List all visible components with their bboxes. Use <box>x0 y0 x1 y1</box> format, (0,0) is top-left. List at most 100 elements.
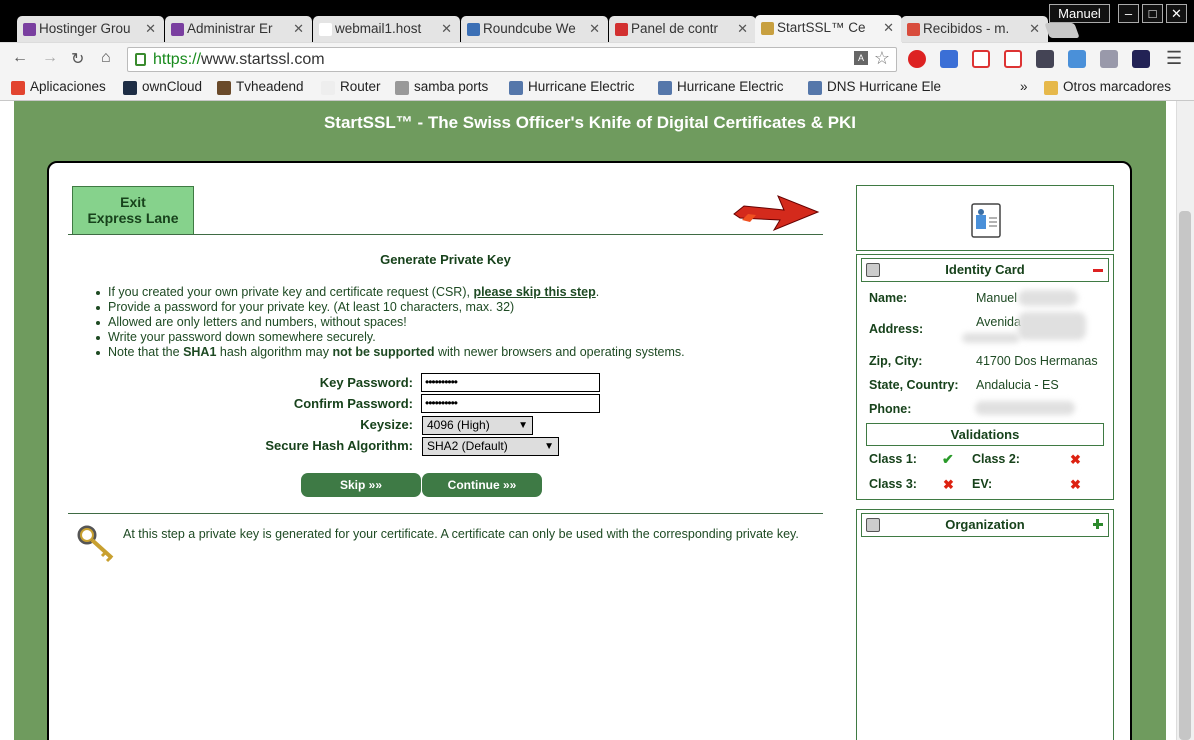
screen-icon[interactable] <box>940 50 958 68</box>
tab[interactable]: Administrar Er ✕ <box>165 16 312 42</box>
tab-close-icon[interactable]: ✕ <box>737 21 748 37</box>
bookmark-item[interactable]: DNS Hurricane Ele <box>808 79 942 95</box>
address-label: Address: <box>869 322 924 336</box>
skip-button[interactable]: Skip »» <box>301 473 421 497</box>
state-country-value: Andalucia - ES <box>976 378 1059 392</box>
other-bookmarks-label: Otros marcadores <box>1063 79 1172 94</box>
minimize-button[interactable]: – <box>1118 4 1139 23</box>
bookmark-label: Router <box>340 79 381 94</box>
cross-icon: ✖ <box>1070 452 1081 467</box>
bookmark-icon <box>509 81 523 95</box>
scrollbar-thumb[interactable] <box>1179 211 1191 740</box>
forward-icon[interactable]: → <box>42 49 58 67</box>
bookmark-item[interactable]: Aplicaciones <box>11 79 106 95</box>
back-icon[interactable]: ← <box>12 49 28 67</box>
gmail-icon[interactable] <box>972 50 990 68</box>
tab-label: Roundcube We <box>483 21 576 36</box>
folder-extension-icon[interactable] <box>1068 50 1086 68</box>
reload-icon[interactable]: ↻ <box>71 49 84 69</box>
step5-text-c: hash algorithm may <box>216 345 333 359</box>
bookmark-label: DNS Hurricane Ele <box>827 79 942 94</box>
redacted-phone <box>975 401 1075 415</box>
keysize-label: Keysize: <box>360 417 413 432</box>
maximize-button[interactable]: □ <box>1142 4 1163 23</box>
new-tab-button[interactable] <box>1044 23 1080 38</box>
step5-not-supported: not be supported <box>332 345 435 359</box>
address-bar[interactable]: https://www.startssl.com A ☆ <box>127 47 897 72</box>
instruction-list: If you created your own private key and … <box>96 285 823 360</box>
home-icon[interactable]: ⌂ <box>101 49 111 67</box>
hash-algorithm-select[interactable]: SHA2 (Default) ▼ <box>422 437 559 456</box>
download-extension-icon[interactable] <box>1132 50 1150 68</box>
organization-header[interactable]: Organization <box>861 513 1109 537</box>
bookmark-label: samba ports <box>414 79 489 94</box>
confirm-password-input[interactable]: •••••••••• <box>421 394 600 413</box>
key-password-input[interactable]: •••••••••• <box>421 373 600 392</box>
translate-icon[interactable]: A <box>854 51 868 65</box>
profile-button[interactable]: Manuel <box>1049 4 1110 23</box>
tab-label: StartSSL™ Ce <box>777 20 866 35</box>
validations-header: Validations <box>866 423 1104 446</box>
hash-algorithm-label: Secure Hash Algorithm: <box>265 438 413 453</box>
bookmark-item[interactable]: ownCloud <box>123 79 203 95</box>
class2-label: Class 2: <box>972 452 1020 466</box>
collapse-icon[interactable] <box>1093 269 1103 272</box>
tab[interactable]: webmail1.host ✕ <box>313 16 460 42</box>
close-window-button[interactable]: ✕ <box>1166 4 1187 23</box>
adblock-icon[interactable] <box>908 50 926 68</box>
tab-close-icon[interactable]: ✕ <box>589 21 600 37</box>
gmail-checker-icon[interactable] <box>1004 50 1022 68</box>
tab[interactable]: Hostinger Grou ✕ <box>17 16 164 42</box>
bookmark-icon <box>321 81 335 95</box>
tab-close-icon[interactable]: ✕ <box>441 21 452 37</box>
bookmark-star-icon[interactable]: ☆ <box>874 47 890 70</box>
bookmark-icon <box>808 81 822 95</box>
favicon-icon <box>467 23 480 36</box>
tab[interactable]: StartSSL™ Ce ✕ <box>755 15 902 43</box>
tab-label: Administrar Er <box>187 21 273 36</box>
scrollbar[interactable] <box>1176 101 1194 740</box>
name-value: Manuel <box>976 291 1017 305</box>
bookmark-item[interactable]: Hurricane Electric <box>509 79 635 95</box>
network-extension-icon[interactable] <box>1100 50 1118 68</box>
tab[interactable]: Roundcube We ✕ <box>461 16 608 42</box>
skip-step-link[interactable]: please skip this step <box>473 285 595 299</box>
bookmark-item[interactable]: Hurricane Electric <box>658 79 784 95</box>
info-text: At this step a private key is generated … <box>123 527 799 541</box>
extension-icon[interactable] <box>1036 50 1054 68</box>
lock-icon <box>135 53 146 66</box>
expand-icon-bar <box>1093 523 1103 526</box>
instruction-item: Write your password down somewhere secur… <box>96 330 823 345</box>
tab-label: Recibidos - m. <box>923 21 1010 36</box>
cross-icon: ✖ <box>943 477 954 492</box>
continue-button[interactable]: Continue »» <box>422 473 542 497</box>
tab-close-icon[interactable]: ✕ <box>145 21 156 37</box>
step5-sha1: SHA1 <box>183 345 217 359</box>
tab[interactable]: Panel de contr ✕ <box>609 16 756 42</box>
menu-icon[interactable]: ☰ <box>1166 48 1182 69</box>
keysize-select[interactable]: 4096 (High) ▼ <box>422 416 533 435</box>
other-bookmarks-folder[interactable]: Otros marcadores <box>1044 79 1172 95</box>
redacted-address-line2 <box>962 333 1020 343</box>
bookmark-item[interactable]: Router <box>321 79 381 95</box>
bookmark-icon <box>658 81 672 95</box>
tab[interactable]: Recibidos - m. ✕ <box>901 16 1048 42</box>
bookmark-item[interactable]: samba ports <box>395 79 489 95</box>
url-scheme: https:// <box>153 51 202 68</box>
bookmarks-overflow-button[interactable]: » <box>1020 79 1028 94</box>
tab-label: Hostinger Grou <box>39 21 131 36</box>
page-heading: Generate Private Key <box>380 252 511 267</box>
bookmark-label: ownCloud <box>142 79 203 94</box>
exit-lane-line1: Exit <box>120 194 146 210</box>
bookmark-item[interactable]: Tvheadend <box>217 79 304 95</box>
tab-close-icon[interactable]: ✕ <box>883 20 894 36</box>
site-title: StartSSL™ - The Swiss Officer's Knife of… <box>323 113 857 132</box>
tab-close-icon[interactable]: ✕ <box>1029 21 1040 37</box>
identity-card-header[interactable]: Identity Card <box>861 258 1109 282</box>
exit-express-lane-tab[interactable]: Exit Express Lane <box>72 186 194 235</box>
bookmark-label: Aplicaciones <box>30 79 106 94</box>
zip-city-label: Zip, City: <box>869 354 923 368</box>
dropdown-arrow-icon: ▼ <box>544 441 554 452</box>
phone-label: Phone: <box>869 402 912 416</box>
tab-close-icon[interactable]: ✕ <box>293 21 304 37</box>
